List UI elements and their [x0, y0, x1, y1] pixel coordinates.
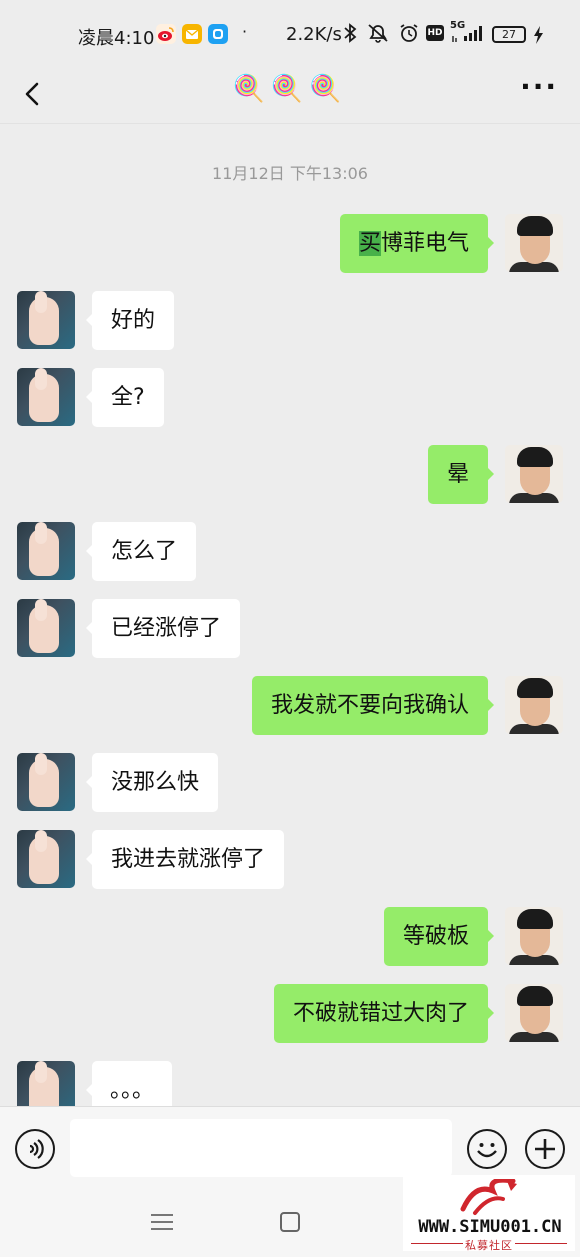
message-row: 已经涨停了	[0, 599, 580, 659]
message-row: 晕	[0, 445, 580, 505]
message-row: 。。。	[0, 1061, 580, 1106]
avatar[interactable]	[505, 984, 563, 1042]
message-row: 买博菲电气	[0, 214, 580, 274]
message-row: 我进去就涨停了	[0, 830, 580, 890]
status-time: 凌晨4:10	[78, 28, 155, 49]
message-row: 好的	[0, 291, 580, 351]
message-bubble[interactable]: 不破就错过大肉了	[273, 984, 495, 1043]
message-bubble[interactable]: 买博菲电气	[339, 214, 495, 273]
mute-bell-icon	[366, 23, 390, 48]
message-bubble[interactable]: 全?	[86, 368, 164, 427]
message-row: 没那么快	[0, 753, 580, 813]
message-bubble[interactable]: 我发就不要向我确认	[251, 676, 495, 735]
highlighted-text: 买	[358, 231, 381, 256]
avatar[interactable]	[505, 907, 563, 965]
recent-apps-button[interactable]	[151, 1214, 173, 1230]
charging-icon	[532, 25, 544, 50]
message-bubble[interactable]: 已经涨停了	[85, 599, 241, 658]
message-row: 全?	[0, 368, 580, 428]
watermark: WWW.SIMU001.CN 私募社区	[403, 1175, 575, 1252]
chat-header: 🍭🍭🍭 ···	[0, 64, 580, 124]
watermark-subtitle: 私募社区	[465, 1239, 513, 1252]
message-row: 不破就错过大肉了	[0, 984, 580, 1044]
bluetooth-icon	[343, 23, 357, 48]
message-row: 我发就不要向我确认	[0, 676, 580, 736]
network-speed: 2.2K/s	[286, 24, 342, 45]
message-bubble[interactable]: 等破板	[383, 907, 495, 966]
alarm-icon	[398, 23, 420, 48]
watermark-site: WWW.SIMU001.CN	[418, 1217, 562, 1237]
avatar[interactable]	[17, 522, 75, 580]
smiley-icon	[477, 1143, 497, 1158]
status-dot: ·	[242, 22, 248, 41]
message-row: 等破板	[0, 907, 580, 967]
status-bar: 凌晨4:10 · 2.2K/s HD 5G 27	[0, 0, 580, 64]
message-bubble[interactable]: 好的	[85, 291, 175, 350]
more-options-button[interactable]: ···	[520, 70, 558, 103]
watermark-logo-icon	[460, 1179, 517, 1215]
signal-icon	[452, 22, 488, 49]
avatar[interactable]	[505, 676, 563, 734]
avatar[interactable]	[17, 599, 75, 657]
battery-level: 27	[502, 28, 516, 41]
weibo-icon	[156, 24, 176, 44]
avatar[interactable]	[17, 753, 75, 811]
message-row: 怎么了	[0, 522, 580, 582]
avatar[interactable]	[17, 291, 75, 349]
emoji-button[interactable]	[467, 1129, 507, 1169]
avatar[interactable]	[17, 368, 75, 426]
mail-icon	[182, 24, 202, 44]
message-text: 博菲电气	[380, 231, 469, 256]
plus-icon	[535, 1139, 555, 1159]
avatar[interactable]	[17, 830, 75, 888]
voice-icon	[29, 1139, 44, 1159]
message-bubble[interactable]: 没那么快	[85, 753, 219, 812]
chat-title: 🍭🍭🍭	[232, 74, 348, 104]
avatar[interactable]	[505, 214, 563, 272]
message-bubble[interactable]: 怎么了	[85, 522, 197, 581]
more-functions-button[interactable]	[525, 1129, 565, 1169]
message-input[interactable]	[70, 1119, 452, 1177]
voice-input-button[interactable]	[15, 1129, 55, 1169]
chat-area[interactable]: 11月12日 下午13:06 买博菲电气 好的 全? 晕 怎么了 已经涨停了 我…	[0, 124, 580, 1106]
hd-icon: HD	[426, 25, 444, 41]
avatar[interactable]	[17, 1061, 75, 1106]
divider	[515, 1243, 567, 1244]
message-timestamp: 11月12日 下午13:06	[212, 164, 368, 183]
message-bubble[interactable]: 晕	[427, 445, 495, 504]
battery-icon: 27	[492, 26, 526, 43]
message-bubble[interactable]: 我进去就涨停了	[85, 830, 285, 889]
app-notification-icon	[208, 24, 228, 44]
avatar[interactable]	[505, 445, 563, 503]
home-button[interactable]	[280, 1212, 300, 1232]
message-bubble[interactable]: 。。。	[85, 1061, 173, 1106]
